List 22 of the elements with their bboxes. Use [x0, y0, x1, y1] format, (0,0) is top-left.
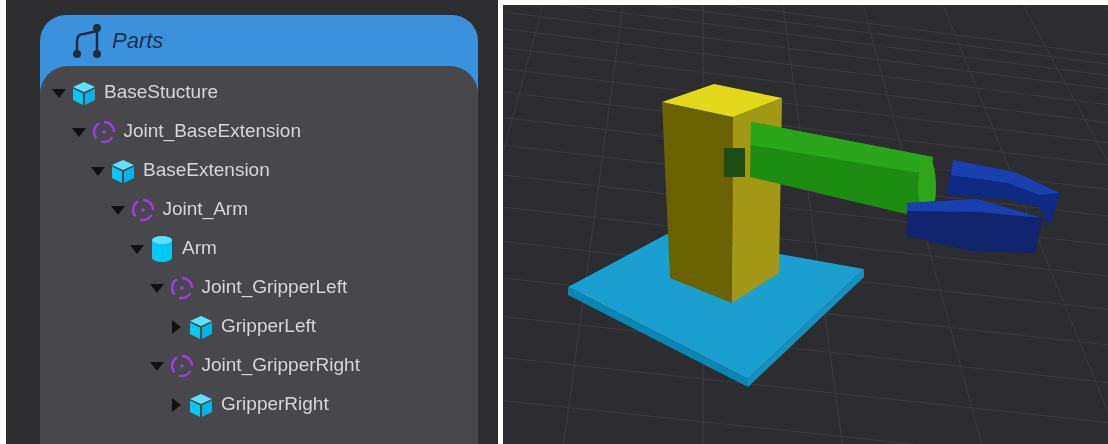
tree-item-label[interactable]: Joint_GripperLeft — [201, 273, 348, 302]
tree-item-label[interactable]: GripperLeft — [221, 312, 317, 341]
joint-icon — [130, 197, 155, 222]
expand-triangle-icon[interactable] — [169, 319, 183, 334]
expand-triangle-icon[interactable] — [169, 397, 183, 412]
joint-icon — [91, 119, 116, 144]
tree-item-label[interactable]: BaseStucture — [104, 78, 219, 107]
tree-item-label[interactable]: Joint_BaseExtension — [123, 117, 301, 146]
tree-item-label[interactable]: Arm — [182, 234, 217, 263]
joint-icon — [169, 353, 194, 378]
cube-icon — [71, 79, 97, 106]
cube-icon — [188, 391, 214, 418]
cube-icon — [188, 313, 214, 340]
tree-item-label[interactable]: Joint_Arm — [162, 195, 249, 224]
joint-icon — [169, 275, 194, 300]
branch-icon — [72, 22, 102, 59]
tree-item-label[interactable]: Joint_GripperRight — [201, 351, 360, 380]
tree-item-label[interactable]: GripperRight — [221, 390, 329, 419]
tree-item-label[interactable]: BaseExtension — [143, 156, 270, 185]
panel-title: Parts — [112, 27, 164, 55]
cylinder-icon — [151, 234, 173, 263]
cube-icon — [110, 157, 136, 184]
